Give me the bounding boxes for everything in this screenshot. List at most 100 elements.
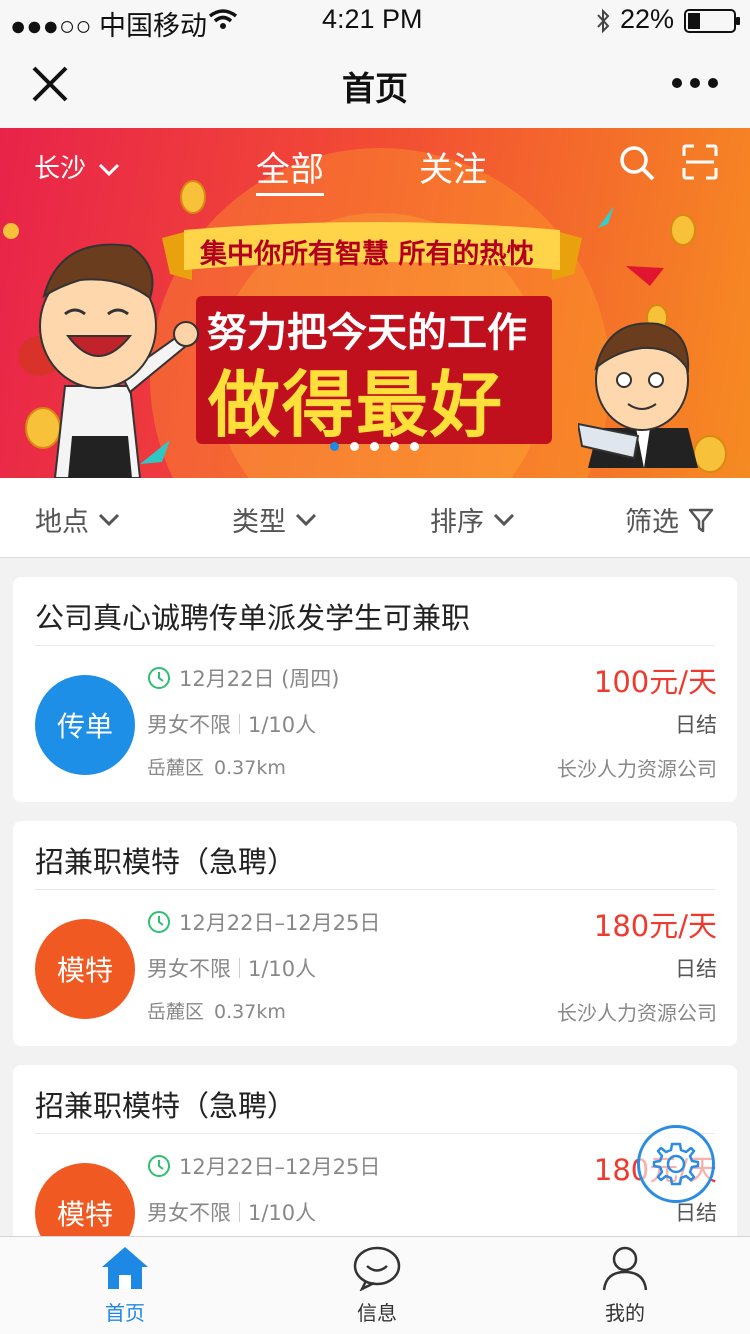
bluetooth-icon bbox=[597, 8, 610, 34]
triangle-decoration bbox=[626, 266, 664, 286]
job-title: 公司真心诚聘传单派发学生可兼职 bbox=[35, 601, 471, 635]
job-company: 长沙人力资源公司 bbox=[557, 757, 717, 781]
job-date-text: 12月22日 (周四) bbox=[179, 667, 340, 691]
promo-banner[interactable]: 长沙 全部 关注 集中你所有智慧 所有的热忱 努力把今天的工作 做得最好 bbox=[0, 128, 750, 478]
job-district: 岳麓区 bbox=[147, 757, 205, 779]
job-salary: 100元/天 bbox=[593, 665, 717, 699]
job-requirements: 男女不限 1/10人 bbox=[147, 953, 316, 983]
carousel-indicator bbox=[330, 442, 419, 451]
divider bbox=[239, 714, 240, 734]
nav-bar: 首页 bbox=[0, 40, 750, 128]
divider bbox=[35, 889, 715, 890]
job-settlement: 日结 bbox=[675, 713, 717, 737]
scan-icon[interactable] bbox=[682, 144, 718, 180]
job-location: 岳麓区 0.37km bbox=[147, 753, 286, 780]
job-date: 12月22日–12月25日 bbox=[147, 907, 380, 937]
coin-icon bbox=[180, 180, 206, 214]
home-icon bbox=[102, 1247, 148, 1289]
battery-icon bbox=[684, 9, 740, 33]
job-requirements: 男女不限 1/10人 bbox=[147, 709, 316, 739]
divider bbox=[35, 1133, 715, 1134]
city-label: 长沙 bbox=[34, 154, 87, 184]
gear-icon bbox=[652, 1142, 700, 1186]
job-gender: 男女不限 bbox=[147, 1201, 231, 1225]
clock: 4:21 PM bbox=[322, 4, 423, 34]
tab-messages[interactable]: 信息 bbox=[317, 1245, 437, 1326]
bottom-tab-bar: 首页 信息 我的 bbox=[0, 1236, 750, 1334]
job-date: 12月22日–12月25日 bbox=[147, 1151, 380, 1181]
job-gender: 男女不限 bbox=[147, 957, 231, 981]
job-company: 长沙人力资源公司 bbox=[557, 1001, 717, 1025]
tab-home[interactable]: 首页 bbox=[65, 1245, 185, 1326]
filter-screen[interactable]: 筛选 bbox=[625, 500, 715, 539]
job-tag-avatar: 模特 bbox=[35, 919, 135, 1019]
job-district: 岳麓区 bbox=[147, 1001, 205, 1023]
filter-location[interactable]: 地点 bbox=[35, 500, 121, 539]
job-count: 1/10人 bbox=[248, 713, 317, 737]
city-selector[interactable]: 长沙 bbox=[34, 148, 120, 185]
job-count: 1/10人 bbox=[248, 1201, 317, 1225]
clock-icon bbox=[148, 911, 170, 933]
wifi-icon bbox=[208, 9, 238, 29]
filter-type[interactable]: 类型 bbox=[232, 500, 318, 539]
carrier-label: ●●●○○ 中国移动 bbox=[10, 11, 208, 41]
job-tag-avatar: 传单 bbox=[35, 675, 135, 775]
tab-profile[interactable]: 我的 bbox=[565, 1245, 685, 1326]
tab-all[interactable]: 全部 bbox=[256, 142, 324, 196]
job-card[interactable]: 招兼职模特（急聘） 模特 12月22日–12月25日 男女不限1/10人 180… bbox=[13, 1065, 737, 1265]
job-title: 招兼职模特（急聘） bbox=[35, 1089, 297, 1123]
tab-home-label: 首页 bbox=[105, 1301, 145, 1325]
filter-location-label: 地点 bbox=[35, 507, 89, 538]
more-icon[interactable] bbox=[670, 70, 720, 96]
status-bar: ●●●○○ 中国移动 4:21 PM 22% bbox=[0, 0, 750, 41]
filter-sort-label: 排序 bbox=[430, 507, 484, 538]
divider bbox=[35, 645, 715, 646]
user-icon bbox=[602, 1246, 648, 1291]
carousel-dot[interactable] bbox=[390, 442, 399, 451]
triangle-decoration bbox=[598, 206, 614, 228]
clock-icon bbox=[148, 1155, 170, 1177]
carousel-dot[interactable] bbox=[350, 442, 359, 451]
job-count: 1/10人 bbox=[248, 957, 317, 981]
tab-profile-label: 我的 bbox=[605, 1301, 645, 1325]
job-date-text: 12月22日–12月25日 bbox=[179, 1155, 381, 1179]
funnel-icon bbox=[688, 508, 714, 532]
cartoon-man-illustration bbox=[18, 243, 199, 478]
divider bbox=[239, 958, 240, 978]
job-gender: 男女不限 bbox=[147, 713, 231, 737]
divider bbox=[239, 1202, 240, 1222]
settings-fab[interactable] bbox=[637, 1125, 715, 1203]
chat-icon bbox=[353, 1246, 401, 1292]
job-settlement: 日结 bbox=[675, 957, 717, 981]
filter-sort[interactable]: 排序 bbox=[430, 500, 516, 539]
job-date: 12月22日 (周四) bbox=[147, 663, 340, 693]
search-icon[interactable] bbox=[618, 144, 656, 182]
tab-messages-label: 信息 bbox=[357, 1301, 397, 1325]
job-salary: 180元/天 bbox=[593, 909, 717, 943]
job-title: 招兼职模特（急聘） bbox=[35, 845, 297, 879]
job-card[interactable]: 招兼职模特（急聘） 模特 12月22日–12月25日 男女不限 1/10人 岳麓区… bbox=[13, 821, 737, 1046]
slogan-line-3: 做得最好 bbox=[208, 363, 505, 447]
cartoon-businessman-illustration bbox=[578, 322, 698, 468]
slogan-line-1: 集中你所有智慧 所有的热忱 bbox=[200, 239, 534, 270]
chevron-down-icon bbox=[98, 513, 120, 526]
coin-icon bbox=[670, 214, 696, 246]
job-date-text: 12月22日–12月25日 bbox=[179, 911, 381, 935]
battery-percent: 22% bbox=[620, 4, 675, 34]
job-distance: 0.37km bbox=[214, 1001, 286, 1023]
carousel-dot[interactable] bbox=[370, 442, 379, 451]
filter-screen-label: 筛选 bbox=[625, 507, 679, 538]
job-distance: 0.37km bbox=[214, 757, 286, 779]
chevron-down-icon bbox=[295, 513, 317, 526]
job-requirements: 男女不限 1/10人 bbox=[147, 1197, 316, 1227]
chevron-down-icon bbox=[493, 513, 515, 526]
job-card[interactable]: 公司真心诚聘传单派发学生可兼职 传单 12月22日 (周四) 男女不限 1/10人… bbox=[13, 577, 737, 802]
job-location: 岳麓区 0.37km bbox=[147, 997, 286, 1024]
carousel-dot[interactable] bbox=[410, 442, 419, 451]
carousel-dot[interactable] bbox=[330, 442, 339, 451]
clock-icon bbox=[148, 667, 170, 689]
tab-follow[interactable]: 关注 bbox=[419, 142, 487, 191]
filter-bar: 地点 类型 排序 筛选 bbox=[0, 478, 750, 558]
chevron-down-icon bbox=[99, 163, 120, 177]
filter-type-label: 类型 bbox=[232, 507, 286, 538]
